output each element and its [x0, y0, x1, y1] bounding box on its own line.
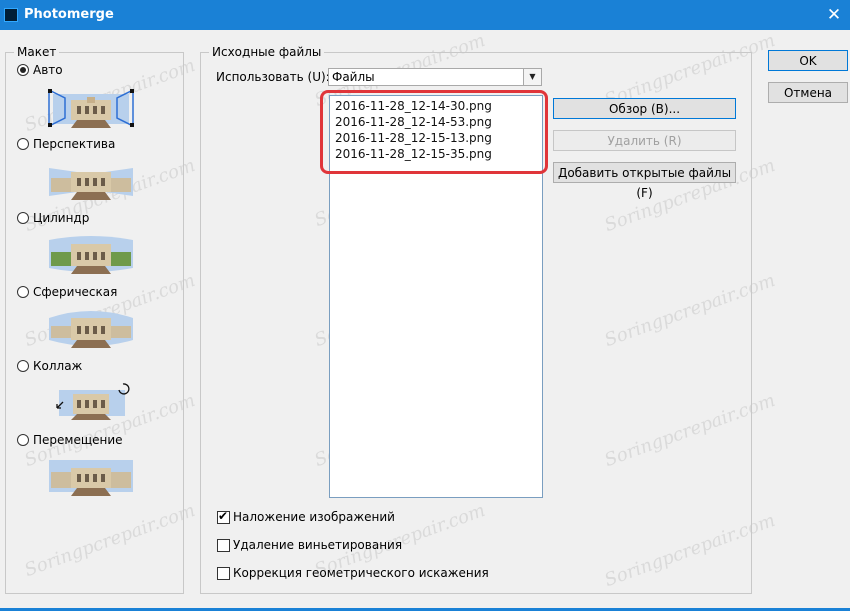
distortion-correction-checkbox[interactable]	[217, 566, 230, 580]
window-title: Photomerge	[24, 7, 114, 22]
checkbox-label: Коррекция геометрического искажения	[233, 566, 489, 580]
layout-option-label: Цилиндр	[33, 211, 90, 225]
remove-button[interactable]: Удалить (R)	[553, 130, 736, 151]
add-open-files-button[interactable]: Добавить открытые файлы (F)	[553, 162, 736, 200]
layout-option-label: Сферическая	[33, 285, 118, 299]
highlight-annotation	[320, 90, 548, 174]
blend-images-option[interactable]: Наложение изображений	[217, 509, 395, 525]
layout-option-collage[interactable]: Коллаж	[17, 358, 82, 374]
radio-spherical[interactable]	[17, 286, 29, 298]
ok-button[interactable]: OK	[768, 50, 848, 71]
layout-option-label: Авто	[33, 63, 63, 77]
use-select-value: Файлы	[332, 70, 375, 84]
title-bar: Photomerge ✕	[0, 0, 850, 30]
cancel-button[interactable]: Отмена	[768, 82, 848, 103]
source-files-legend: Исходные файлы	[209, 45, 325, 59]
distortion-correction-option[interactable]: Коррекция геометрического искажения	[217, 565, 489, 581]
checkbox-label: Удаление виньетирования	[233, 538, 403, 552]
use-label: Использовать (U):	[216, 70, 330, 84]
layout-option-perspective[interactable]: Перспектива	[17, 136, 115, 152]
layout-option-label: Перспектива	[33, 137, 116, 151]
radio-collage[interactable]	[17, 360, 29, 372]
radio-perspective[interactable]	[17, 138, 29, 150]
layout-option-spherical[interactable]: Сферическая	[17, 284, 117, 300]
radio-auto[interactable]	[17, 64, 29, 76]
radio-reposition[interactable]	[17, 434, 29, 446]
layout-option-auto[interactable]: Авто	[17, 62, 63, 78]
reposition-layout-thumbnail	[49, 460, 133, 496]
use-select[interactable]: Файлы ▼	[328, 68, 542, 86]
cylinder-layout-thumbnail	[49, 236, 133, 274]
collage-layout-thumbnail	[56, 383, 130, 420]
close-icon[interactable]: ✕	[822, 4, 846, 26]
checkbox-label: Наложение изображений	[233, 510, 395, 524]
layout-group-legend: Макет	[14, 45, 60, 59]
blend-images-checkbox[interactable]	[217, 509, 230, 524]
layout-option-label: Перемещение	[33, 433, 123, 447]
photoshop-app-icon	[4, 8, 18, 22]
browse-button[interactable]: Обзор (B)...	[553, 98, 736, 119]
perspective-layout-thumbnail	[49, 168, 133, 200]
auto-layout-thumbnail	[48, 88, 134, 128]
vignette-removal-checkbox[interactable]	[217, 538, 230, 552]
chevron-down-icon[interactable]: ▼	[523, 69, 541, 85]
radio-cylinder[interactable]	[17, 212, 29, 224]
spherical-layout-thumbnail	[49, 311, 133, 348]
layout-option-cylinder[interactable]: Цилиндр	[17, 210, 89, 226]
vignette-removal-option[interactable]: Удаление виньетирования	[217, 537, 402, 553]
layout-option-label: Коллаж	[33, 359, 83, 373]
layout-option-reposition[interactable]: Перемещение	[17, 432, 123, 448]
